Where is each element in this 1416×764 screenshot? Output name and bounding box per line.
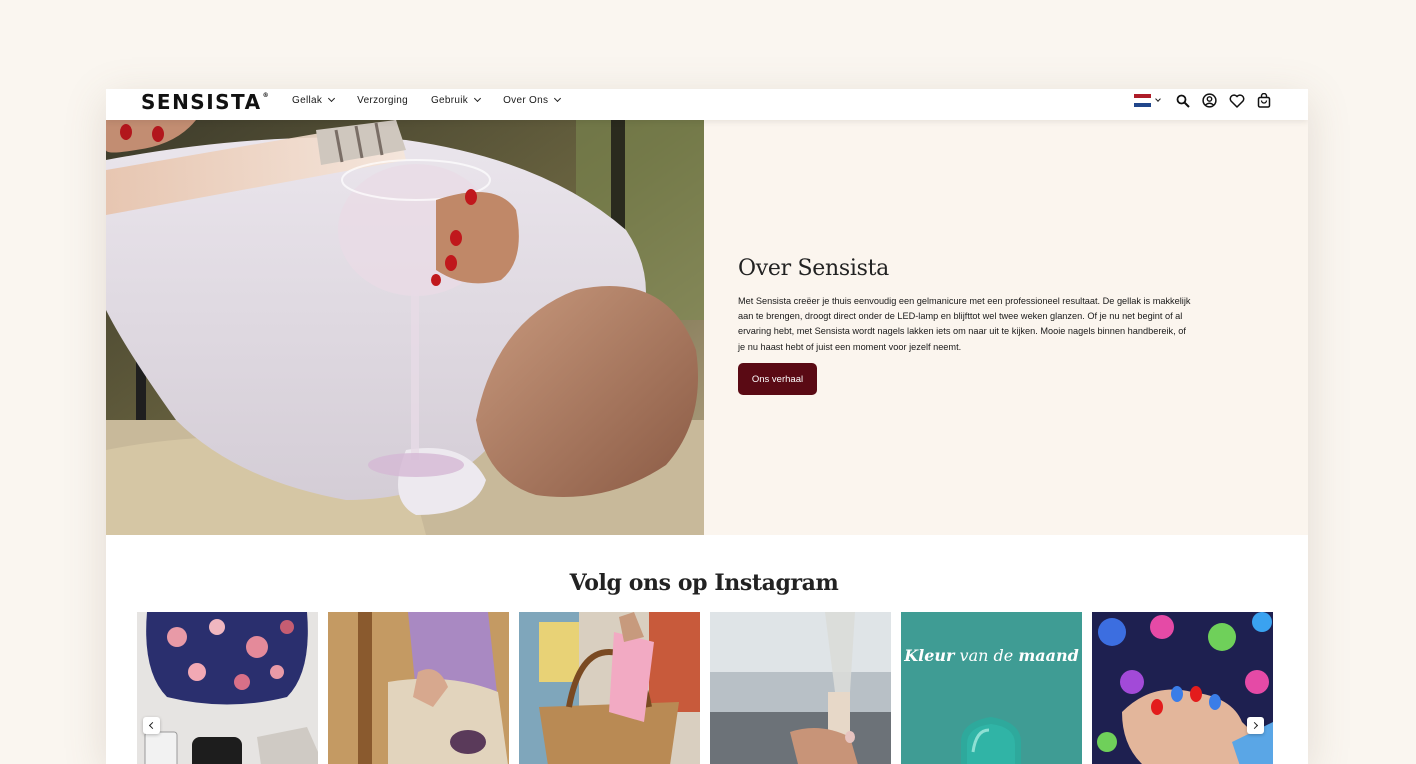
chevron-down-icon [1155, 96, 1161, 102]
hero-image [106, 120, 704, 535]
chevron-down-icon [554, 94, 562, 103]
instagram-post[interactable] [137, 612, 318, 764]
main-nav: Gellak Verzorging Gebruik Over Ons [292, 89, 583, 111]
kleur-van-de-maand-text: Kleur van de maand [904, 646, 1079, 665]
browser-page: SENSISTA® Gellak Verzorging Gebruik Over… [106, 89, 1308, 764]
nav-item-verzorging[interactable]: Verzorging [357, 95, 408, 106]
chevron-right-icon [1250, 721, 1259, 730]
trademark: ® [262, 92, 271, 99]
heart-icon[interactable] [1228, 92, 1245, 109]
instagram-post[interactable]: Kleur van de maand [901, 612, 1082, 764]
logo-text: SENSISTA [141, 90, 262, 114]
nav-label: Gellak [292, 94, 323, 106]
header-icons [1134, 92, 1272, 109]
instagram-post[interactable] [519, 612, 700, 764]
hero-title: Over Sensista [738, 256, 889, 281]
carousel-prev-button[interactable] [143, 717, 160, 734]
instagram-carousel: Kleur van de maand [137, 612, 1273, 764]
flag-nl-icon [1134, 94, 1151, 107]
nav-item-over-ons[interactable]: Over Ons [503, 94, 562, 106]
nav-label: Gebruik [430, 94, 469, 106]
chevron-left-icon [148, 721, 157, 730]
search-icon[interactable] [1174, 92, 1191, 109]
brand-logo[interactable]: SENSISTA® [141, 90, 270, 114]
hero-text-panel: Over Sensista Met Sensista creëer je thu… [704, 120, 1308, 535]
carousel-next-button[interactable] [1247, 717, 1264, 734]
ons-verhaal-button[interactable]: Ons verhaal [738, 363, 817, 395]
nav-item-gellak[interactable]: Gellak [292, 94, 336, 106]
instagram-post[interactable] [710, 612, 891, 764]
instagram-post[interactable] [1092, 612, 1273, 764]
nav-label: Over Ons [503, 94, 549, 106]
language-selector[interactable] [1134, 94, 1161, 107]
nav-label: Verzorging [357, 94, 408, 106]
account-icon[interactable] [1201, 92, 1218, 109]
hero-body: Met Sensista creëer je thuis eenvoudig e… [738, 296, 1191, 352]
chevron-down-icon [474, 94, 482, 103]
chevron-down-icon [328, 94, 336, 103]
instagram-post[interactable] [328, 612, 509, 764]
site-header: SENSISTA® Gellak Verzorging Gebruik Over… [106, 89, 1308, 120]
instagram-title: Volg ons op Instagram [569, 570, 839, 596]
cart-icon[interactable] [1255, 92, 1272, 109]
nav-item-gebruik[interactable]: Gebruik [430, 94, 482, 106]
